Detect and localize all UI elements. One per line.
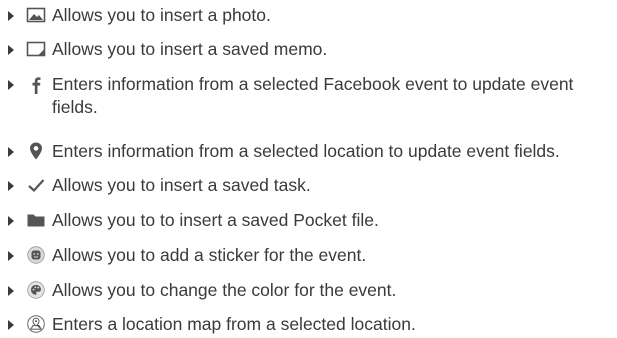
list-item-text-line: Enters information from a selected Faceb…	[52, 74, 574, 94]
bullet-arrow-icon	[8, 286, 14, 296]
list-item: Enters a location map from a selected lo…	[0, 313, 612, 337]
list-item-text: Enters a location map from a selected lo…	[52, 314, 416, 334]
list-item: Enters information from a selected locat…	[0, 140, 612, 164]
bullet-arrow-icon	[8, 216, 14, 226]
bullet-arrow-icon	[8, 181, 14, 191]
facebook-icon	[26, 75, 48, 95]
list-item: Allows you to add a sticker for the even…	[0, 244, 612, 268]
list-item: Enters information from a selected Faceb…	[0, 73, 612, 123]
folder-icon	[26, 211, 48, 231]
bullet-arrow-icon	[8, 45, 14, 55]
list-item: Allows you to insert a saved memo.	[0, 38, 612, 62]
palette-icon	[26, 280, 48, 300]
list-item-text: Allows you to add a sticker for the even…	[52, 245, 367, 265]
list-item-text-continuation: fields.	[52, 97, 98, 117]
list-item: Allows you to change the color for the e…	[0, 279, 612, 303]
list-item-text: Allows you to to insert a saved Pocket f…	[52, 210, 379, 230]
list-item: Allows you to insert a saved task.	[0, 174, 612, 198]
list-item-text: Allows you to insert a saved memo.	[52, 39, 328, 59]
bullet-arrow-icon	[8, 320, 14, 330]
list-item-text: Allows you to insert a photo.	[52, 5, 271, 25]
bullet-arrow-icon	[8, 80, 14, 90]
list-item-text: Enters information from a selected Faceb…	[52, 73, 612, 119]
location-pin-icon	[26, 141, 48, 161]
sticker-icon	[26, 245, 48, 265]
bullet-arrow-icon	[8, 147, 14, 157]
bullet-arrow-icon	[8, 11, 14, 21]
list-item: Allows you to insert a photo.	[0, 4, 612, 28]
memo-icon	[26, 40, 48, 60]
bullet-arrow-icon	[8, 251, 14, 261]
list-item-text: Enters information from a selected locat…	[52, 141, 560, 161]
list-item-text: Allows you to change the color for the e…	[52, 280, 397, 300]
list-item-text: Allows you to insert a saved task.	[52, 175, 311, 195]
list-item: Allows you to to insert a saved Pocket f…	[0, 209, 612, 233]
location-map-icon	[26, 314, 48, 334]
photo-icon	[26, 6, 48, 26]
checkmark-icon	[26, 176, 48, 196]
